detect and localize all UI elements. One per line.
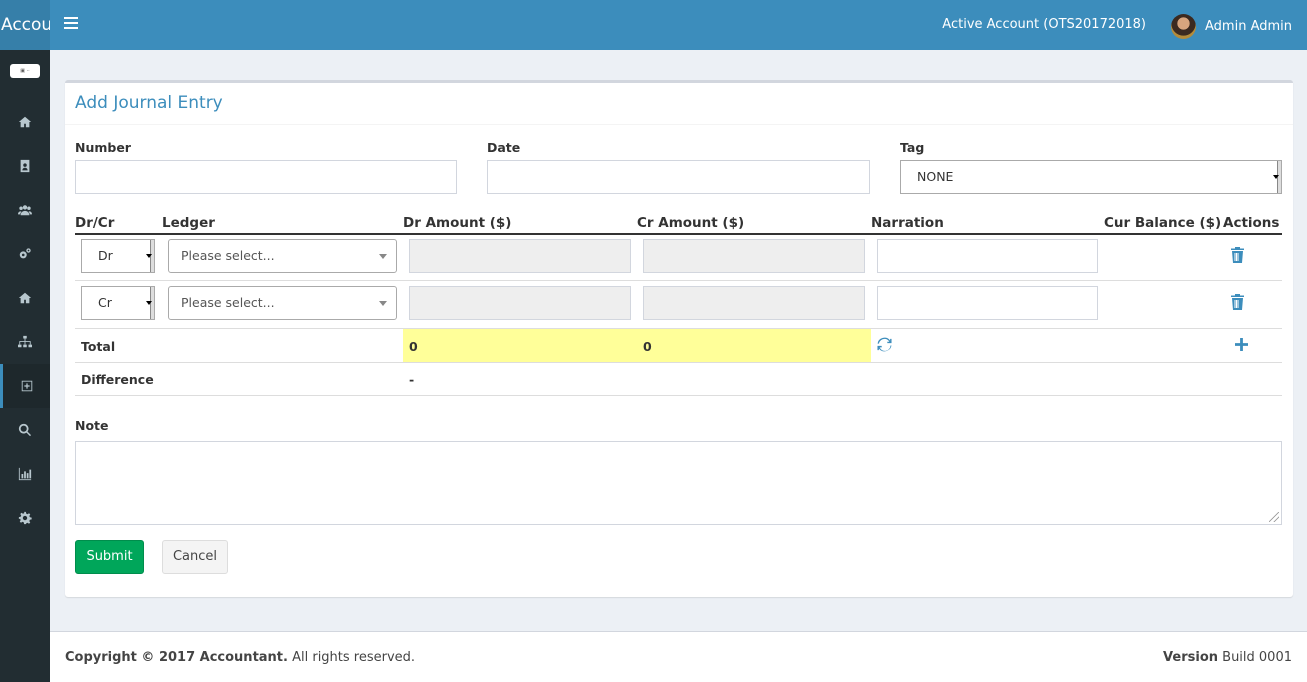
sidebar: ▣ ·· xyxy=(0,50,50,682)
chevron-down-icon xyxy=(146,301,152,305)
dr-amount-field[interactable] xyxy=(409,286,631,320)
trash-icon[interactable] xyxy=(1231,294,1244,314)
company-logo: ▣ ·· xyxy=(10,64,40,78)
column-header-cr-amount: Cr Amount ($) xyxy=(637,215,745,231)
note-textarea[interactable] xyxy=(75,441,1282,525)
row-divider xyxy=(75,280,1282,281)
total-cr-value: 0 xyxy=(643,339,652,354)
drcr-select-value: Dr xyxy=(98,248,113,263)
copyright-rest: All rights reserved. xyxy=(287,650,416,665)
column-header-drcr: Dr/Cr xyxy=(75,215,115,231)
gear-icon[interactable] xyxy=(0,496,50,540)
home-icon[interactable] xyxy=(0,276,50,320)
table-header-divider xyxy=(75,233,1282,235)
plus-square-icon[interactable] xyxy=(0,364,50,408)
number-field[interactable] xyxy=(75,160,457,194)
ledger-select[interactable]: Please select... xyxy=(168,239,397,273)
trash-icon[interactable] xyxy=(1231,247,1244,267)
avatar[interactable] xyxy=(1171,13,1196,39)
cr-amount-field[interactable] xyxy=(643,239,865,273)
sitemap-icon[interactable] xyxy=(0,320,50,364)
column-header-ledger: Ledger xyxy=(162,215,215,231)
title-divider xyxy=(65,124,1293,125)
version-value: Build 0001 xyxy=(1218,650,1292,665)
drcr-select[interactable]: Cr xyxy=(81,286,155,320)
refresh-icon[interactable] xyxy=(877,337,892,356)
submit-button[interactable]: Submit xyxy=(75,540,144,574)
chevron-down-icon xyxy=(1273,175,1279,179)
drcr-select[interactable]: Dr xyxy=(81,239,155,273)
chevron-down-icon xyxy=(379,254,387,259)
app-brand[interactable]: Accou xyxy=(0,0,50,50)
chevron-down-icon xyxy=(146,254,152,258)
add-row-icon[interactable] xyxy=(1235,338,1248,355)
resize-handle-icon[interactable] xyxy=(1269,512,1279,522)
sidebar-toggle-icon[interactable] xyxy=(64,17,78,33)
search-icon[interactable] xyxy=(0,408,50,452)
ledger-select-value: Please select... xyxy=(181,248,275,263)
column-header-cur-balance: Cur Balance ($) xyxy=(1104,215,1222,231)
cogs-icon[interactable] xyxy=(0,232,50,276)
column-header-actions: Actions xyxy=(1223,215,1280,231)
user-name[interactable]: Admin Admin xyxy=(1205,19,1292,34)
cancel-button[interactable]: Cancel xyxy=(162,540,228,574)
user-menu[interactable]: Admin Admin xyxy=(1171,13,1292,39)
column-header-dr-amount: Dr Amount ($) xyxy=(403,215,512,231)
version-label: Version xyxy=(1163,650,1219,665)
column-header-narration: Narration xyxy=(871,215,944,231)
footer: Copyright © 2017 Accountant. All rights … xyxy=(50,631,1307,682)
tag-label: Tag xyxy=(900,140,925,155)
copyright-bold: Copyright © 2017 Accountant. xyxy=(65,650,288,665)
journal-entry-form: Add Journal Entry Number Date Tag NONE D… xyxy=(65,80,1293,597)
total-label: Total xyxy=(81,339,116,354)
users-icon[interactable] xyxy=(0,188,50,232)
number-label: Number xyxy=(75,140,131,155)
address-book-icon[interactable] xyxy=(0,144,50,188)
date-field[interactable] xyxy=(487,160,870,194)
tag-select-value: NONE xyxy=(917,169,954,184)
ledger-select[interactable]: Please select... xyxy=(168,286,397,320)
narration-field[interactable] xyxy=(877,239,1098,273)
top-navbar: Active Account (OTS20172018) Admin Admin xyxy=(50,0,1307,50)
bar-chart-icon[interactable] xyxy=(0,452,50,496)
date-label: Date xyxy=(487,140,521,155)
home-icon[interactable] xyxy=(0,100,50,144)
row-divider xyxy=(75,362,1282,363)
note-label: Note xyxy=(75,418,109,433)
page-title: Add Journal Entry xyxy=(75,93,223,113)
total-highlight xyxy=(403,329,871,362)
copyright: Copyright © 2017 Accountant. All rights … xyxy=(65,650,415,665)
ledger-select-value: Please select... xyxy=(181,295,275,310)
cr-amount-field[interactable] xyxy=(643,286,865,320)
dr-amount-field[interactable] xyxy=(409,239,631,273)
difference-value: - xyxy=(409,372,415,387)
version: Version Build 0001 xyxy=(1163,650,1292,665)
drcr-select-value: Cr xyxy=(98,295,112,310)
narration-field[interactable] xyxy=(877,286,1098,320)
chevron-down-icon xyxy=(379,301,387,306)
active-account-label[interactable]: Active Account (OTS20172018) xyxy=(942,17,1146,32)
tag-select[interactable]: NONE xyxy=(900,160,1282,194)
row-divider xyxy=(75,395,1282,396)
total-dr-value: 0 xyxy=(409,339,418,354)
difference-label: Difference xyxy=(81,372,154,387)
